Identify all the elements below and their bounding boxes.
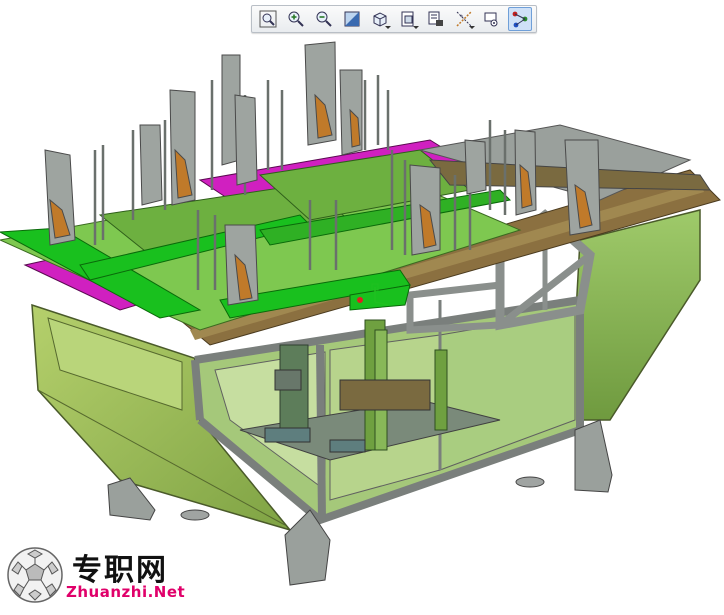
spin-center-icon [484, 12, 498, 27]
right-side-panel [569, 209, 701, 421]
saved-views-button[interactable] [396, 7, 420, 31]
watermark-english-text: Zhuanzhi.Net [66, 583, 186, 601]
watermark-logo: 专职网 Zhuanzhi.Net [4, 543, 194, 609]
zoom-fit-button[interactable] [256, 7, 280, 31]
soccer-ball-icon [7, 547, 63, 603]
annotation-icon [512, 11, 528, 28]
layers-icon [428, 11, 443, 26]
datum-display-button[interactable]: * [452, 7, 476, 31]
cube-view-icon [373, 12, 387, 27]
view-orient-button[interactable] [368, 7, 392, 31]
shaded-display-icon [344, 11, 360, 27]
zoom-in-button[interactable] [284, 7, 308, 31]
zoom-out-icon [316, 11, 332, 27]
svg-text:*: * [460, 14, 463, 21]
layers-button[interactable] [424, 7, 448, 31]
spin-center-button[interactable] [480, 7, 504, 31]
cad-model-canvas[interactable] [0, 0, 724, 611]
saved-views-icon [401, 11, 414, 27]
view-toolbar: * [251, 5, 537, 33]
annotation-button[interactable] [508, 7, 532, 31]
datum-display-icon: * [456, 11, 472, 27]
shading-button[interactable] [340, 7, 364, 31]
zoom-in-icon [288, 11, 304, 27]
zoom-fit-icon [259, 10, 277, 28]
cad-viewport[interactable] [0, 0, 724, 611]
zoom-out-button[interactable] [312, 7, 336, 31]
